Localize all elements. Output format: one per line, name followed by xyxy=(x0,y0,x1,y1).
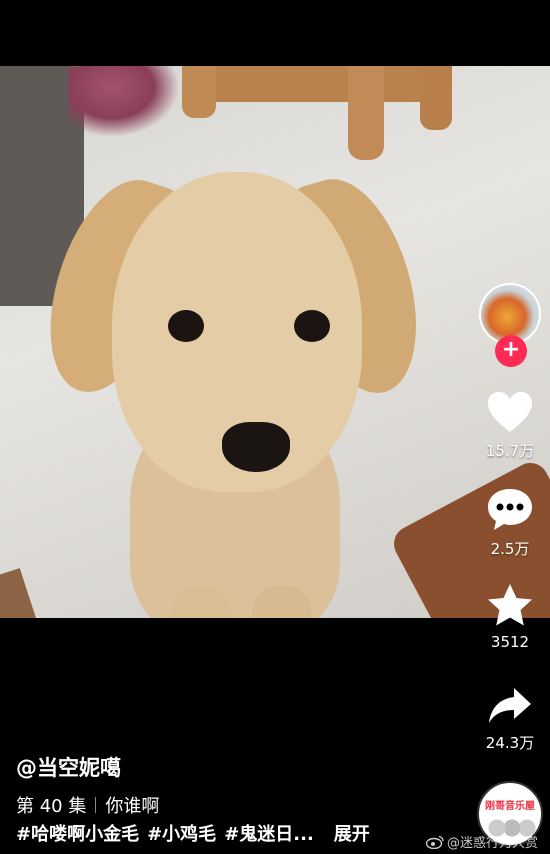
heart-icon xyxy=(488,392,532,432)
episode-number: 第 40 集 xyxy=(16,796,87,817)
share-arrow-icon xyxy=(489,688,531,723)
comment-count: 2.5万 xyxy=(490,540,530,558)
star-icon xyxy=(488,584,532,626)
music-disc-label: 刚哥音乐屋 xyxy=(485,801,535,812)
weibo-icon xyxy=(426,835,444,849)
video-player[interactable] xyxy=(0,66,550,618)
favorite-count: 3512 xyxy=(490,633,530,651)
chair-leg xyxy=(348,66,384,160)
share-button[interactable]: 24.3万 xyxy=(470,686,550,753)
like-count: 15.7万 xyxy=(485,442,535,460)
like-button[interactable]: 15.7万 xyxy=(470,390,550,461)
divider xyxy=(95,797,97,813)
chair-leg xyxy=(182,66,216,118)
chair-rail xyxy=(214,66,424,102)
puppy-nose xyxy=(222,422,290,472)
puppy-eye xyxy=(168,310,204,342)
episode-info[interactable]: 第 40 集 你谁啊 xyxy=(16,792,159,818)
watermark-text: @迷惑行为大赏 xyxy=(447,836,539,851)
comment-icon xyxy=(488,489,532,530)
weibo-watermark: @迷惑行为大赏 xyxy=(426,832,538,851)
expand-button[interactable]: 展开 xyxy=(334,820,370,846)
creator-avatar-group: + xyxy=(479,283,543,367)
favorite-button[interactable]: 3512 xyxy=(470,583,550,651)
plant xyxy=(68,66,178,136)
comment-button[interactable]: 2.5万 xyxy=(470,486,550,559)
share-count: 24.3万 xyxy=(485,734,535,752)
episode-title: 你谁啊 xyxy=(105,796,160,817)
follow-button[interactable]: + xyxy=(495,335,527,367)
caption-tags: #哈喽啊小金毛 #小鸡毛 #鬼迷日... 展开 xyxy=(16,820,370,846)
author-name[interactable]: @当空妮噶 xyxy=(16,752,121,782)
furniture xyxy=(0,568,57,618)
hashtag[interactable]: #鬼迷日... xyxy=(224,820,314,846)
hashtag[interactable]: #哈喽啊小金毛 xyxy=(16,820,139,846)
puppy-eye xyxy=(294,310,330,342)
hashtag[interactable]: #小鸡毛 xyxy=(147,820,216,846)
chair-leg xyxy=(420,66,452,130)
